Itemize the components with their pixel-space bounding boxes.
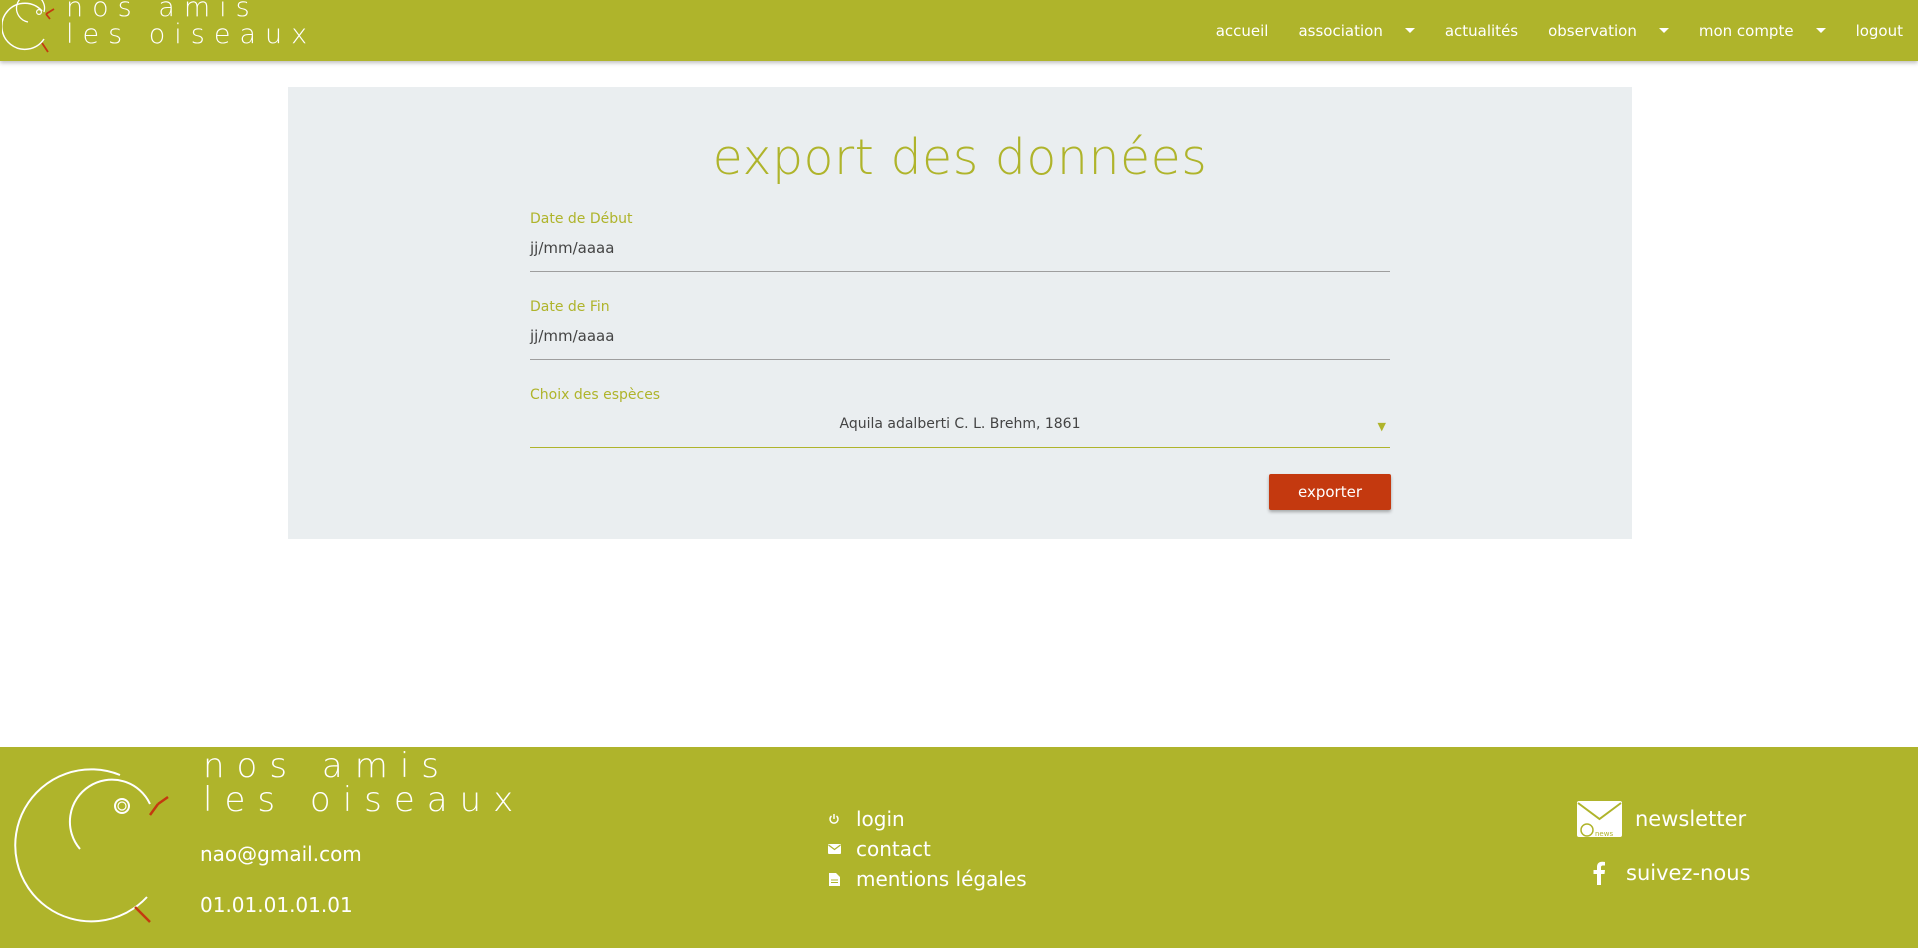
nav-item-label: logout	[1855, 21, 1903, 40]
footer-link-label: mentions légales	[856, 867, 1027, 891]
end-date-input[interactable]: jj/mm/aaaa	[530, 325, 1390, 360]
nav-item-label: observation	[1548, 21, 1637, 40]
bird-logo-icon	[2, 0, 55, 53]
nav-item-accueil[interactable]: accueil	[1201, 0, 1284, 61]
mail-icon	[826, 844, 842, 854]
document-icon	[826, 872, 842, 886]
footer-link-label: login	[856, 807, 905, 831]
nav-item-label: mon compte	[1698, 21, 1794, 40]
footer-brand-line-1: nos amis	[203, 746, 451, 786]
start-date-label: Date de Début	[530, 211, 633, 227]
nav-item-observation[interactable]: observation	[1533, 0, 1684, 61]
dropdown-caret-icon: ▼	[1377, 420, 1386, 433]
power-icon	[826, 813, 842, 825]
caret-down-icon	[1815, 28, 1826, 33]
footer-email[interactable]: nao@gmail.com	[200, 842, 362, 866]
footer-social: news newsletter suivez-nous	[1576, 799, 1750, 893]
nav-menu: accueil association actualités observati…	[1201, 0, 1918, 61]
footer-phone: 01.01.01.01.01	[200, 893, 353, 917]
newsletter-icon: news	[1577, 801, 1622, 838]
facebook-icon	[1593, 861, 1605, 885]
export-button[interactable]: exporter	[1269, 474, 1391, 510]
end-date-field: Date de Fin jj/mm/aaaa	[530, 299, 1390, 360]
follow-us-label: suivez-nous	[1626, 861, 1751, 885]
footer-link-mentions[interactable]: mentions légales	[826, 864, 1027, 894]
footer: nos amis les oiseaux nao@gmail.com 01.01…	[0, 747, 1918, 948]
nav-item-label: accueil	[1215, 21, 1269, 40]
caret-down-icon	[1404, 28, 1415, 33]
end-date-label: Date de Fin	[530, 299, 610, 315]
export-card: export des données Date de Début jj/mm/a…	[288, 87, 1632, 539]
species-select[interactable]: Aquila adalberti C. L. Brehm, 1861 ▼	[530, 413, 1390, 448]
footer-brand-line-2: les oiseaux	[203, 780, 526, 820]
brand-logo-link[interactable]: nos amis les oiseaux	[2, 0, 307, 61]
brand-line-1: nos amis	[66, 0, 259, 23]
nav-item-mon-compte[interactable]: mon compte	[1684, 0, 1841, 61]
start-date-field: Date de Début jj/mm/aaaa	[530, 211, 1390, 272]
newsletter-icon-text: news	[1595, 830, 1613, 838]
species-field: Choix des espèces Aquila adalberti C. L.…	[530, 387, 1390, 448]
species-label: Choix des espèces	[530, 387, 661, 403]
nav-item-actualites[interactable]: actualités	[1430, 0, 1533, 61]
nav-item-label: association	[1298, 21, 1383, 40]
start-date-input[interactable]: jj/mm/aaaa	[530, 237, 1390, 272]
page-title: export des données	[712, 129, 1208, 186]
species-selected-value: Aquila adalberti C. L. Brehm, 1861	[839, 416, 1081, 432]
nav-item-logout[interactable]: logout	[1841, 0, 1918, 61]
footer-link-login[interactable]: login	[826, 804, 1027, 834]
footer-link-label: contact	[856, 837, 931, 861]
caret-down-icon	[1658, 28, 1669, 33]
footer-links: login contact mentions légales	[826, 804, 1027, 894]
brand-line-2: les oiseaux	[66, 19, 317, 50]
newsletter-label: newsletter	[1635, 807, 1747, 831]
nav-item-label: actualités	[1444, 21, 1519, 40]
brand-name: nos amis les oiseaux	[66, 0, 316, 48]
follow-us-link[interactable]: suivez-nous	[1576, 853, 1750, 893]
footer-link-contact[interactable]: contact	[826, 834, 1027, 864]
newsletter-link[interactable]: news newsletter	[1576, 799, 1750, 839]
nav-item-association[interactable]: association	[1283, 0, 1429, 61]
top-navbar: nos amis les oiseaux accueil association…	[0, 0, 1918, 61]
bird-logo-icon	[14, 768, 169, 923]
footer-brand-name: nos amis les oiseaux	[203, 749, 525, 817]
